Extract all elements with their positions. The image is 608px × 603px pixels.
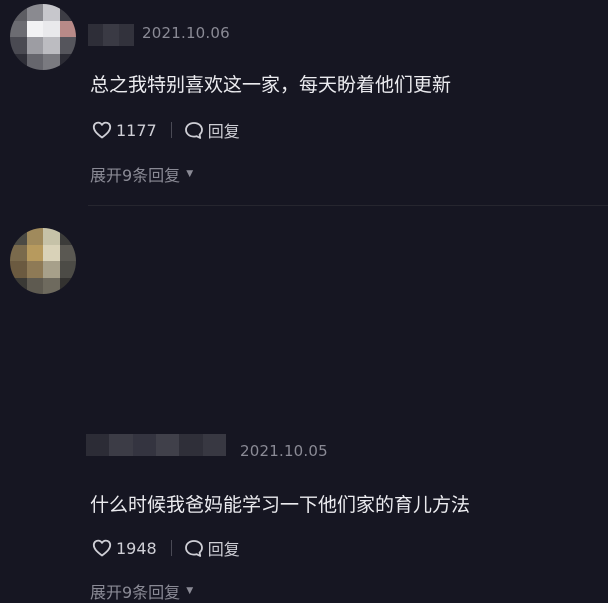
avatar-pixel: [43, 277, 60, 294]
username-blurred[interactable]: [86, 434, 226, 456]
avatar-pixel: [43, 4, 60, 21]
avatar-pixel: [43, 261, 60, 278]
avatar-pixel: [43, 37, 60, 54]
avatar-pixel: [59, 244, 76, 261]
caret-down-icon: ▼: [186, 586, 194, 596]
avatar-pixel: [26, 37, 43, 54]
speech-bubble-icon: [184, 121, 203, 139]
avatar-pixel: [43, 53, 60, 70]
avatar-pixel: [59, 228, 76, 245]
avatar-pixel: [59, 4, 76, 21]
avatar-pixel: [43, 20, 60, 37]
action-divider: [170, 122, 172, 138]
comment-text: 总之我特别喜欢这一家，每天盼着他们更新: [90, 74, 452, 96]
avatar-pixel: [59, 53, 76, 70]
avatar-pixel: [10, 244, 27, 261]
avatar-pixel: [26, 4, 43, 21]
like-button[interactable]: 1177: [92, 121, 157, 140]
heart-icon: [92, 121, 112, 139]
expand-replies-label: 展开9条回复: [90, 166, 181, 185]
comment-text: 什么时候我爸妈能学习一下他们家的育儿方法: [90, 494, 471, 516]
like-count: 1948: [116, 538, 157, 558]
avatar-pixel: [26, 244, 43, 261]
comment-item: 2021.10.05 什么时候我爸妈能学习一下他们家的育儿方法 1948 回复 …: [0, 206, 608, 602]
comment-date: 2021.10.05: [240, 442, 328, 460]
avatar-pixel: [10, 4, 27, 21]
avatar-pixel: [26, 53, 43, 70]
avatar-pixel: [59, 261, 76, 278]
avatar-pixel: [59, 277, 76, 294]
expand-replies-button[interactable]: 展开9条回复 ▼: [90, 162, 193, 186]
comment-actions: 1948 回复: [92, 536, 240, 560]
comment-actions: 1177 回复: [92, 118, 240, 142]
avatar-pixel: [10, 53, 27, 70]
heart-icon: [92, 539, 112, 557]
avatar-pixel: [10, 37, 27, 54]
avatar-pixel: [26, 261, 43, 278]
avatar-pixel: [43, 228, 60, 245]
comment-date: 2021.10.06: [142, 24, 230, 42]
reply-label: 回复: [207, 122, 240, 141]
action-divider: [170, 540, 172, 556]
avatar-pixel: [26, 277, 43, 294]
avatar-pixel: [26, 228, 43, 245]
avatar-pixel: [59, 37, 76, 54]
expand-replies-label: 展开9条回复: [90, 583, 181, 602]
avatar-pixel: [10, 277, 27, 294]
comment-item: 2021.10.06 总之我特别喜欢这一家，每天盼着他们更新 1177 回复 展…: [0, 0, 608, 206]
like-button[interactable]: 1948: [92, 539, 157, 558]
avatar[interactable]: [10, 228, 76, 294]
avatar[interactable]: [10, 4, 76, 70]
like-count: 1177: [116, 120, 157, 140]
reply-button[interactable]: 回复: [184, 118, 240, 142]
expand-replies-button[interactable]: 展开9条回复 ▼: [90, 579, 193, 603]
reply-button[interactable]: 回复: [184, 536, 240, 560]
avatar-pixel: [10, 20, 27, 37]
avatar-pixel: [10, 228, 27, 245]
username-blurred[interactable]: [88, 24, 134, 46]
avatar-pixel: [59, 20, 76, 37]
caret-down-icon: ▼: [186, 169, 194, 179]
avatar-pixel: [26, 20, 43, 37]
speech-bubble-icon: [184, 539, 203, 557]
reply-label: 回复: [207, 540, 240, 559]
avatar-pixel: [10, 261, 27, 278]
avatar-pixel: [43, 244, 60, 261]
